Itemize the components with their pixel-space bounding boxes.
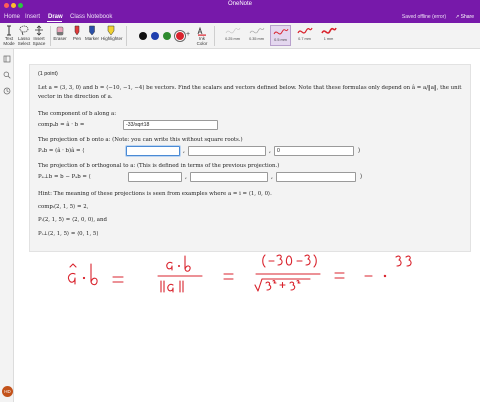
pen-icon [74, 25, 80, 36]
left-navigation-rail: HD [0, 49, 14, 402]
thickness-0-5-button[interactable]: 0.5 mm [270, 25, 291, 46]
orthogonal-label: The projection of b orthogonal to a: (Th… [38, 163, 280, 169]
toolbar-divider [50, 26, 51, 46]
stroke-sample-icon [273, 28, 288, 35]
problem-intro-line-1: Let a = ⟨3, 3, 0⟩ and b = ⟨−10, −1, −4⟩ … [38, 85, 462, 91]
eraser-icon [56, 26, 64, 36]
component-formula: compₐb = â · b = [38, 122, 85, 128]
marker-icon [89, 25, 95, 36]
toolbar-divider [126, 26, 127, 46]
tab-home[interactable]: Home [4, 14, 20, 20]
projection-label: The projection of b onto a: (Note: you c… [38, 137, 243, 143]
points-label: (1 point) [38, 71, 58, 77]
orthogonal-formula: Pₐ⊥b = b − Pₐb = ⟨ [38, 174, 91, 180]
eraser-button[interactable]: Eraser [53, 24, 67, 41]
recent-pages-icon[interactable] [3, 87, 11, 95]
orthogonal-x-input[interactable] [128, 172, 182, 182]
comma-separator: , [185, 173, 187, 180]
thickness-0-25-button[interactable]: 0.25 mm [222, 25, 243, 46]
component-label: The component of b along a: [38, 111, 117, 117]
marker-button[interactable]: Marker [85, 24, 99, 41]
projection-y-input[interactable] [188, 146, 266, 156]
text-mode-button[interactable]: Text Mode [2, 24, 16, 46]
highlighter-icon [107, 25, 115, 36]
ribbon-tabs: Home Insert Draw Class Notebook Saved of… [0, 11, 480, 23]
insert-space-icon [35, 25, 43, 36]
search-icon[interactable] [3, 71, 11, 79]
text-cursor-icon [7, 25, 11, 36]
pen-button[interactable]: Pen [70, 24, 84, 41]
thickness-1-button[interactable]: 1 mm [318, 25, 339, 46]
share-label: Share [460, 14, 474, 20]
color-red-swatch[interactable] [176, 32, 184, 40]
projection-z-input[interactable]: 0 [274, 146, 354, 156]
example-projection: Pᵢ⟨2, 1, 5⟩ = ⟨2, 0, 0⟩, and [38, 217, 107, 223]
handwritten-ink-drawing [67, 254, 412, 293]
active-tab-indicator [47, 21, 62, 22]
stroke-sample-icon [249, 27, 264, 34]
notebooks-icon[interactable] [3, 55, 11, 63]
avatar[interactable]: HD [2, 386, 13, 397]
stroke-sample-icon [225, 27, 240, 34]
lasso-icon [19, 25, 29, 36]
comma-separator: , [183, 147, 185, 154]
app-title: OneNote [227, 1, 252, 7]
close-angle-bracket: ⟩ [360, 173, 363, 180]
example-orthogonal: Pᵢ⊥⟨2, 1, 5⟩ = ⟨0, 1, 5⟩ [38, 231, 99, 237]
orthogonal-z-input[interactable] [276, 172, 356, 182]
add-color-icon[interactable]: + [186, 31, 190, 38]
lasso-select-button[interactable]: Lasso Select [17, 24, 31, 46]
orthogonal-y-input[interactable] [190, 172, 268, 182]
problem-intro-line-2: vector in the direction of a. [38, 94, 113, 100]
color-green-swatch[interactable] [163, 32, 171, 40]
close-angle-bracket: ⟩ [358, 147, 361, 154]
tab-insert[interactable]: Insert [25, 14, 40, 20]
tab-draw[interactable]: Draw [48, 14, 63, 20]
ink-color-icon [197, 26, 206, 36]
ink-color-button[interactable]: Ink Color [194, 24, 210, 46]
share-button[interactable]: ↗ Share [455, 14, 474, 20]
insert-space-button[interactable]: Insert Space [32, 24, 46, 46]
toolbar-divider [214, 26, 215, 46]
tab-class-notebook[interactable]: Class Notebook [70, 14, 112, 20]
draw-toolbar: Text Mode Lasso Select Insert Space Eras… [0, 23, 480, 49]
problem-card: (1 point) Let a = ⟨3, 3, 0⟩ and b = ⟨−10… [29, 64, 471, 252]
comma-separator: , [271, 173, 273, 180]
component-answer-input[interactable]: -33/sqrt18 [123, 120, 218, 130]
thickness-0-35-button[interactable]: 0.35 mm [246, 25, 267, 46]
stroke-sample-icon [296, 27, 313, 34]
color-blue-swatch[interactable] [151, 32, 159, 40]
example-component: compᵢ⟨2, 1, 5⟩ = 2, [38, 204, 89, 210]
highlighter-button[interactable]: Highlighter [101, 24, 123, 41]
projection-formula: Pₐb = (â · b)â = ⟨ [38, 148, 85, 154]
title-bar: OneNote [0, 0, 480, 11]
comma-separator: , [269, 147, 271, 154]
thickness-0-7-button[interactable]: 0.7 mm [294, 25, 315, 46]
color-black-swatch[interactable] [139, 32, 147, 40]
stroke-sample-icon [320, 27, 337, 34]
projection-x-input[interactable] [126, 146, 180, 156]
hint-text: Hint: The meaning of these projections i… [38, 191, 272, 197]
sync-status: Saved offline (error) [401, 14, 446, 20]
